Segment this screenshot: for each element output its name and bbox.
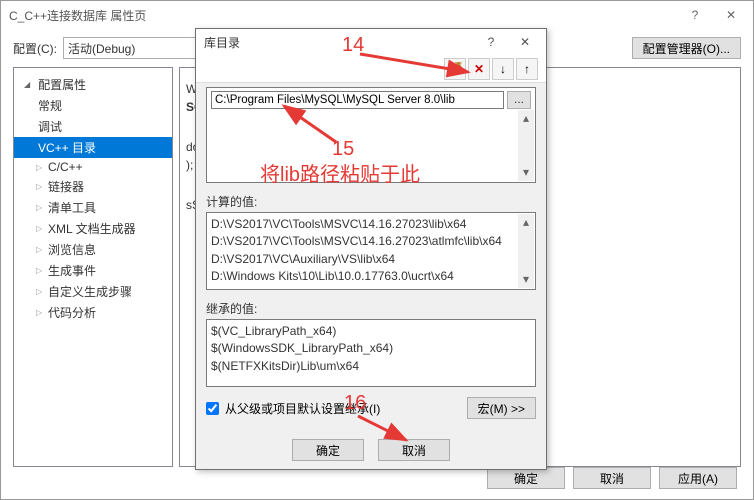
inherit-label: 继承的值: (206, 300, 536, 317)
inner-cancel-button[interactable]: 取消 (378, 439, 450, 461)
library-dirs-dialog: 库目录 ? ✕ ★ ✕ ↓ ↑ ... ▴▾ 计算的值: D:\VS2017\V… (195, 28, 547, 470)
path-input[interactable] (211, 91, 504, 109)
svg-text:★: ★ (454, 62, 462, 70)
inherit-checkbox[interactable] (206, 402, 219, 415)
config-value: 活动(Debug) (68, 40, 135, 57)
inner-toolbar: ★ ✕ ↓ ↑ (196, 55, 546, 83)
inherit-check-label: 从父级或项目默认设置继承(I) (225, 400, 380, 417)
property-tree[interactable]: 配置属性 常规 调试 VC++ 目录 C/C++ 链接器 清单工具 XML 文档… (13, 67, 173, 467)
tree-item[interactable]: 链接器 (14, 176, 172, 197)
tree-root[interactable]: 配置属性 (14, 74, 172, 95)
inner-ok-button[interactable]: 确定 (292, 439, 364, 461)
close-button[interactable]: ✕ (713, 3, 749, 27)
tree-item[interactable]: 常规 (14, 95, 172, 116)
list-item: D:\VS2017\VC\Tools\MSVC\14.16.27023\atlm… (211, 233, 531, 250)
apply-button[interactable]: 应用(A) (659, 467, 737, 489)
main-titlebar: C_C++连接数据库 属性页 ? ✕ (1, 1, 753, 29)
list-item: D:\VS2017\VC\Auxiliary\VS\lib\x64 (211, 251, 531, 268)
tree-item[interactable]: 调试 (14, 116, 172, 137)
tree-item-selected[interactable]: VC++ 目录 (14, 137, 172, 158)
help-button[interactable]: ? (474, 31, 508, 53)
move-down-button[interactable]: ↓ (492, 58, 514, 80)
help-button[interactable]: ? (677, 3, 713, 27)
macro-button[interactable]: 宏(M) >> (467, 397, 536, 419)
move-up-button[interactable]: ↑ (516, 58, 538, 80)
tree-item[interactable]: C/C++ (14, 158, 172, 176)
tree-item[interactable]: XML 文档生成器 (14, 218, 172, 239)
inherit-list: $(VC_LibraryPath_x64) $(WindowsSDK_Libra… (206, 319, 536, 387)
inner-titlebar: 库目录 ? ✕ (196, 29, 546, 55)
main-title: C_C++连接数据库 属性页 (9, 7, 677, 24)
delete-button[interactable]: ✕ (468, 58, 490, 80)
close-button[interactable]: ✕ (508, 31, 542, 53)
list-item: $(WindowsSDK_LibraryPath_x64) (211, 340, 531, 357)
inner-title: 库目录 (204, 34, 474, 51)
ok-button[interactable]: 确定 (487, 467, 565, 489)
tree-item[interactable]: 浏览信息 (14, 239, 172, 260)
tree-item[interactable]: 自定义生成步骤 (14, 281, 172, 302)
calc-list: D:\VS2017\VC\Tools\MSVC\14.16.27023\lib\… (206, 212, 536, 290)
main-footer: 确定 取消 应用(A) (487, 467, 737, 489)
config-label: 配置(C): (13, 40, 57, 57)
browse-button[interactable]: ... (507, 91, 531, 109)
list-item: D:\Windows Kits\10\Lib\10.0.17763.0\ucrt… (211, 268, 531, 285)
cancel-button[interactable]: 取消 (573, 467, 651, 489)
calc-label: 计算的值: (206, 193, 536, 210)
list-item: $(VC_LibraryPath_x64) (211, 323, 531, 340)
scrollbar[interactable]: ▴▾ (518, 110, 534, 181)
config-manager-button[interactable]: 配置管理器(O)... (632, 37, 741, 59)
tree-item[interactable]: 清单工具 (14, 197, 172, 218)
list-item: D:\VS2017\VC\Tools\MSVC\14.16.27023\lib\… (211, 216, 531, 233)
list-item: $(NETFXKitsDir)Lib\um\x64 (211, 358, 531, 375)
tree-item[interactable]: 生成事件 (14, 260, 172, 281)
new-folder-button[interactable]: ★ (444, 58, 466, 80)
scrollbar[interactable]: ▴▾ (518, 214, 534, 288)
tree-item[interactable]: 代码分析 (14, 302, 172, 323)
path-list[interactable]: ... ▴▾ (206, 87, 536, 183)
